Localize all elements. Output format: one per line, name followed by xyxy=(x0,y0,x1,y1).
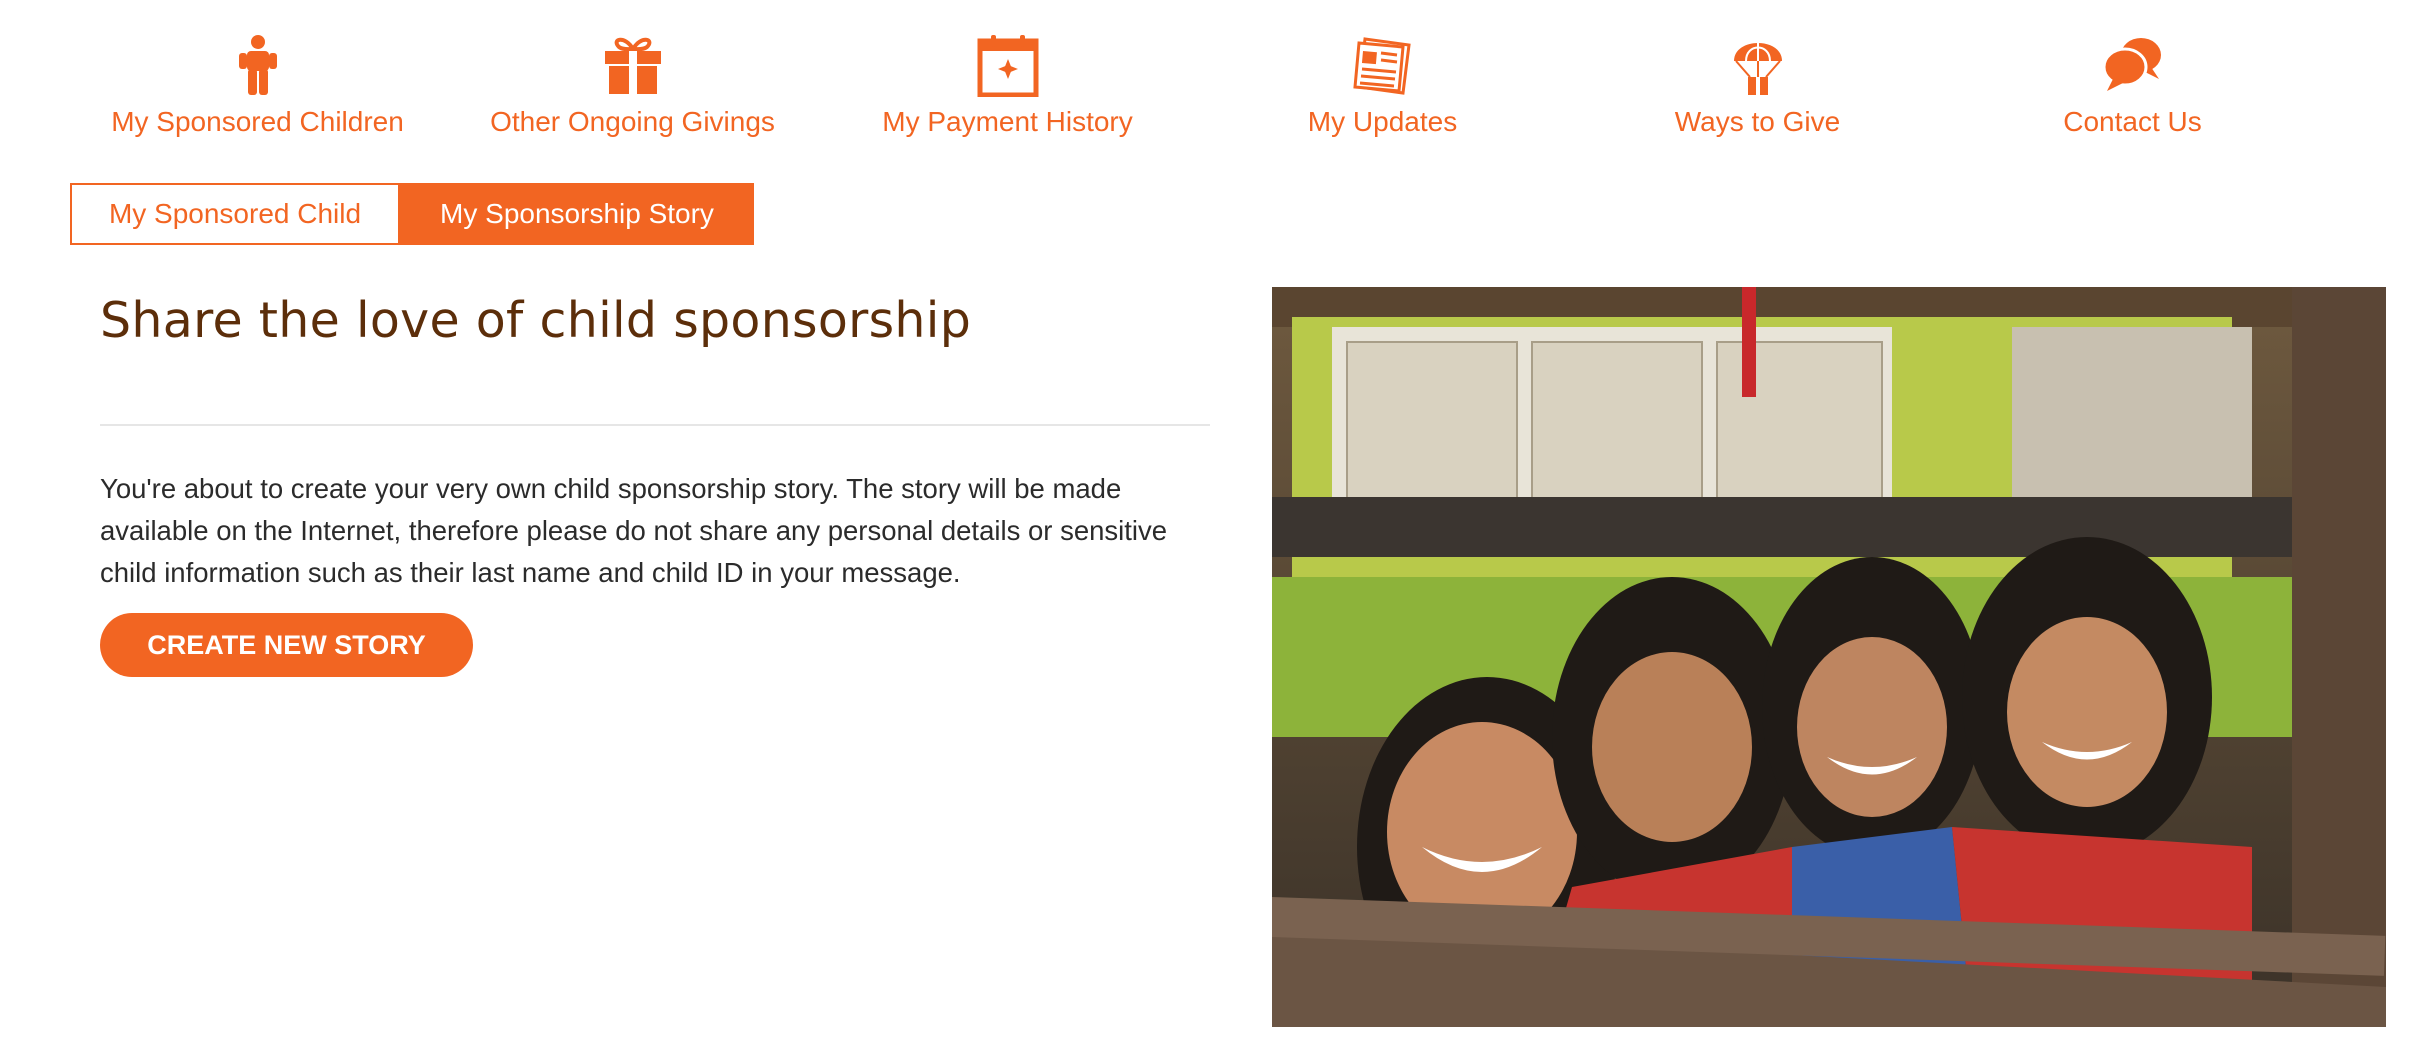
nav-item-my-payment-history[interactable]: My Payment History xyxy=(820,30,1195,150)
tab-my-sponsored-child[interactable]: My Sponsored Child xyxy=(70,183,400,245)
intro-text: You're about to create your very own chi… xyxy=(100,473,1168,588)
calendar-icon xyxy=(972,30,1044,100)
page-title: Share the love of child sponsorship xyxy=(100,292,972,349)
gift-icon xyxy=(597,30,669,100)
nav-item-ways-to-give[interactable]: Ways to Give xyxy=(1570,30,1945,150)
nav-label: My Sponsored Children xyxy=(111,106,404,137)
nav-item-contact-us[interactable]: Contact Us xyxy=(1945,30,2320,150)
create-new-story-button[interactable]: CREATE NEW STORY xyxy=(100,613,473,677)
chat-bubbles-icon xyxy=(2097,30,2169,100)
newspaper-icon xyxy=(1347,30,1419,100)
nav-label: Other Ongoing Givings xyxy=(490,106,775,137)
nav-label: My Updates xyxy=(1307,106,1458,137)
parachute-gift-icon xyxy=(1722,30,1794,100)
nav-item-other-ongoing-givings[interactable]: Other Ongoing Givings xyxy=(445,30,820,150)
tab-my-sponsorship-story[interactable]: My Sponsorship Story xyxy=(400,183,754,245)
top-navigation: My Sponsored Children Other Ongoing Givi… xyxy=(70,30,2320,150)
nav-label: My Payment History xyxy=(882,106,1133,137)
divider xyxy=(100,424,1210,426)
sponsorship-tabs: My Sponsored Child My Sponsorship Story xyxy=(70,183,754,245)
nav-item-my-updates[interactable]: My Updates xyxy=(1195,30,1570,150)
children-photo xyxy=(1272,287,2386,1027)
nav-label: Contact Us xyxy=(2063,106,2202,137)
nav-item-my-sponsored-children[interactable]: My Sponsored Children xyxy=(70,30,445,150)
child-icon xyxy=(222,30,294,100)
nav-label: Ways to Give xyxy=(1674,106,1841,137)
